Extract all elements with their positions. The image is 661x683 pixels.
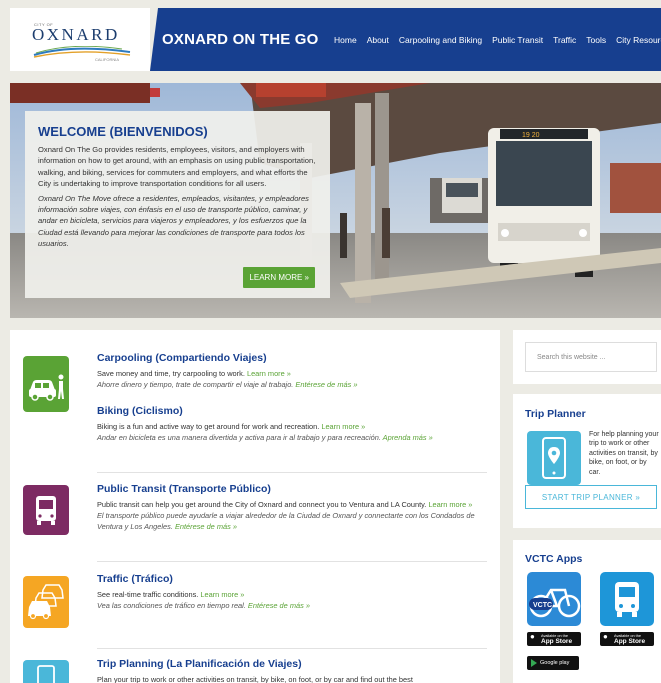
apple-icon: ● [530,632,535,641]
biking-title[interactable]: Biking (Ciclismo) [97,405,487,417]
trip-planning-title[interactable]: Trip Planning (La Planificación de Viaje… [97,658,487,670]
welcome-text-es: Oxnard On The Move ofrece a residentes, … [38,193,309,249]
vctc-label: VCTC [533,602,552,609]
carpooling-text: Carpooling (Compartiendo Viajes) Save mo… [97,352,487,390]
traffic-entérese-link[interactable]: Entérese de más » [248,601,310,610]
carpooling-title[interactable]: Carpooling (Compartiendo Viajes) [97,352,487,364]
divider [97,648,487,649]
traffic-title[interactable]: Traffic (Tráfico) [97,573,487,585]
transit-app-store-badge[interactable]: ● Available on the App Store [600,632,654,646]
transit-desc-en: Public transit can help you get around t… [97,500,473,509]
trip-planner-title: Trip Planner [525,408,586,420]
carpooling-desc-en: Save money and time, try carpooling to w… [97,369,291,378]
site-header: CITY OF OXNARD CALIFORNIA OXNARD ON THE … [10,8,661,71]
google-play-badge[interactable]: Google play [527,656,579,670]
bus-icon[interactable] [23,485,69,535]
traffic-cars-icon[interactable] [23,576,69,628]
transit-desc-es: El transporte público puede ayudarle a v… [97,511,475,532]
nav-carpooling-biking[interactable]: Carpooling and Biking [399,35,482,45]
nav-public-transit[interactable]: Public Transit [492,35,543,45]
carpooling-desc-es: Ahorre dinero y tiempo, trate de compart… [97,380,358,390]
traffic-desc-en: See real-time traffic conditions. Learn … [97,590,245,599]
nav-links: Home About Carpooling and Biking Public … [334,35,661,45]
transit-learn-more-link[interactable]: Learn more » [428,500,472,509]
apple-icon: ● [603,632,608,641]
transit-title[interactable]: Public Transit (Transporte Público) [97,483,487,495]
trip-planning-desc-en: Plan your trip to work or other activiti… [97,675,413,683]
google-play-icon [531,659,537,667]
biking-text: Biking (Ciclismo) Biking is a fun and ac… [97,405,487,443]
sidebar-trip-planner: Trip Planner For help planning your trip… [513,394,661,528]
main-navigation: OXNARD ON THE GO Home About Carpooling a… [150,8,661,71]
divider [97,561,487,562]
biking-aprenda-link[interactable]: Aprenda más » [383,433,433,442]
sidebar-vctc-apps: VCTC Apps VCTC ● Available on the App St… [513,540,661,683]
divider [97,472,487,473]
nav-tools[interactable]: Tools [586,35,606,45]
main-content: Carpooling (Compartiendo Viajes) Save mo… [10,330,500,683]
nav-traffic[interactable]: Traffic [553,35,576,45]
nav-about[interactable]: About [367,35,389,45]
city-logo[interactable]: CITY OF OXNARD CALIFORNIA [10,8,150,71]
vctc-app-store-badge[interactable]: ● Available on the App Store [527,632,581,646]
vctc-apps-title: VCTC Apps [525,553,583,565]
transit-text: Public Transit (Transporte Público) Publ… [97,483,487,533]
hero-banner: 19 20 WELCOME (BIENVENIDOS) Oxnard On Th… [10,83,661,318]
site-title[interactable]: OXNARD ON THE GO [162,31,319,48]
phone-map-pin-icon [527,431,581,485]
biking-learn-more-link[interactable]: Learn more » [321,422,365,431]
nav-home[interactable]: Home [334,35,357,45]
transit-app-icon[interactable] [600,572,654,626]
traffic-desc-es: Vea las condiciones de tráfico en tiempo… [97,601,310,611]
vctc-app-icon[interactable]: VCTC [527,572,581,626]
start-trip-planner-button[interactable]: START TRIP PLANNER » [525,485,657,509]
logo-subtitle: CALIFORNIA [95,57,120,62]
bus-destination-sign: 19 20 [522,132,540,139]
biking-desc-en: Biking is a fun and active way to get ar… [97,422,366,431]
sidebar-search-widget: Search this website ... [513,330,661,384]
welcome-title: WELCOME (BIENVENIDOS) [38,124,208,139]
traffic-text: Traffic (Tráfico) See real-time traffic … [97,573,487,611]
welcome-panel: WELCOME (BIENVENIDOS) Oxnard On The Go p… [25,111,330,298]
carpooling-learn-more-link[interactable]: Learn more » [247,369,291,378]
welcome-text-en: Oxnard On The Go provides residents, emp… [38,145,316,189]
phone-map-pin-icon[interactable] [23,660,69,683]
logo-name: OXNARD [32,25,120,44]
traffic-learn-more-link[interactable]: Learn more » [200,590,244,599]
trip-planner-description: For help planning your trip to work or o… [589,431,659,476]
biking-desc-es: Andar en bicicleta es una manera diverti… [97,433,433,443]
transit-entérese-link[interactable]: Entérese de más » [175,522,237,531]
nav-city-resources[interactable]: City Resources [616,35,661,45]
carpooling-entérese-link[interactable]: Entérese de más » [295,380,357,389]
trip-planning-text: Trip Planning (La Planificación de Viaje… [97,658,487,683]
learn-more-button[interactable]: LEARN MORE » [243,267,315,288]
search-input[interactable]: Search this website ... [525,342,657,372]
car-and-pedestrian-icon[interactable] [23,356,69,412]
